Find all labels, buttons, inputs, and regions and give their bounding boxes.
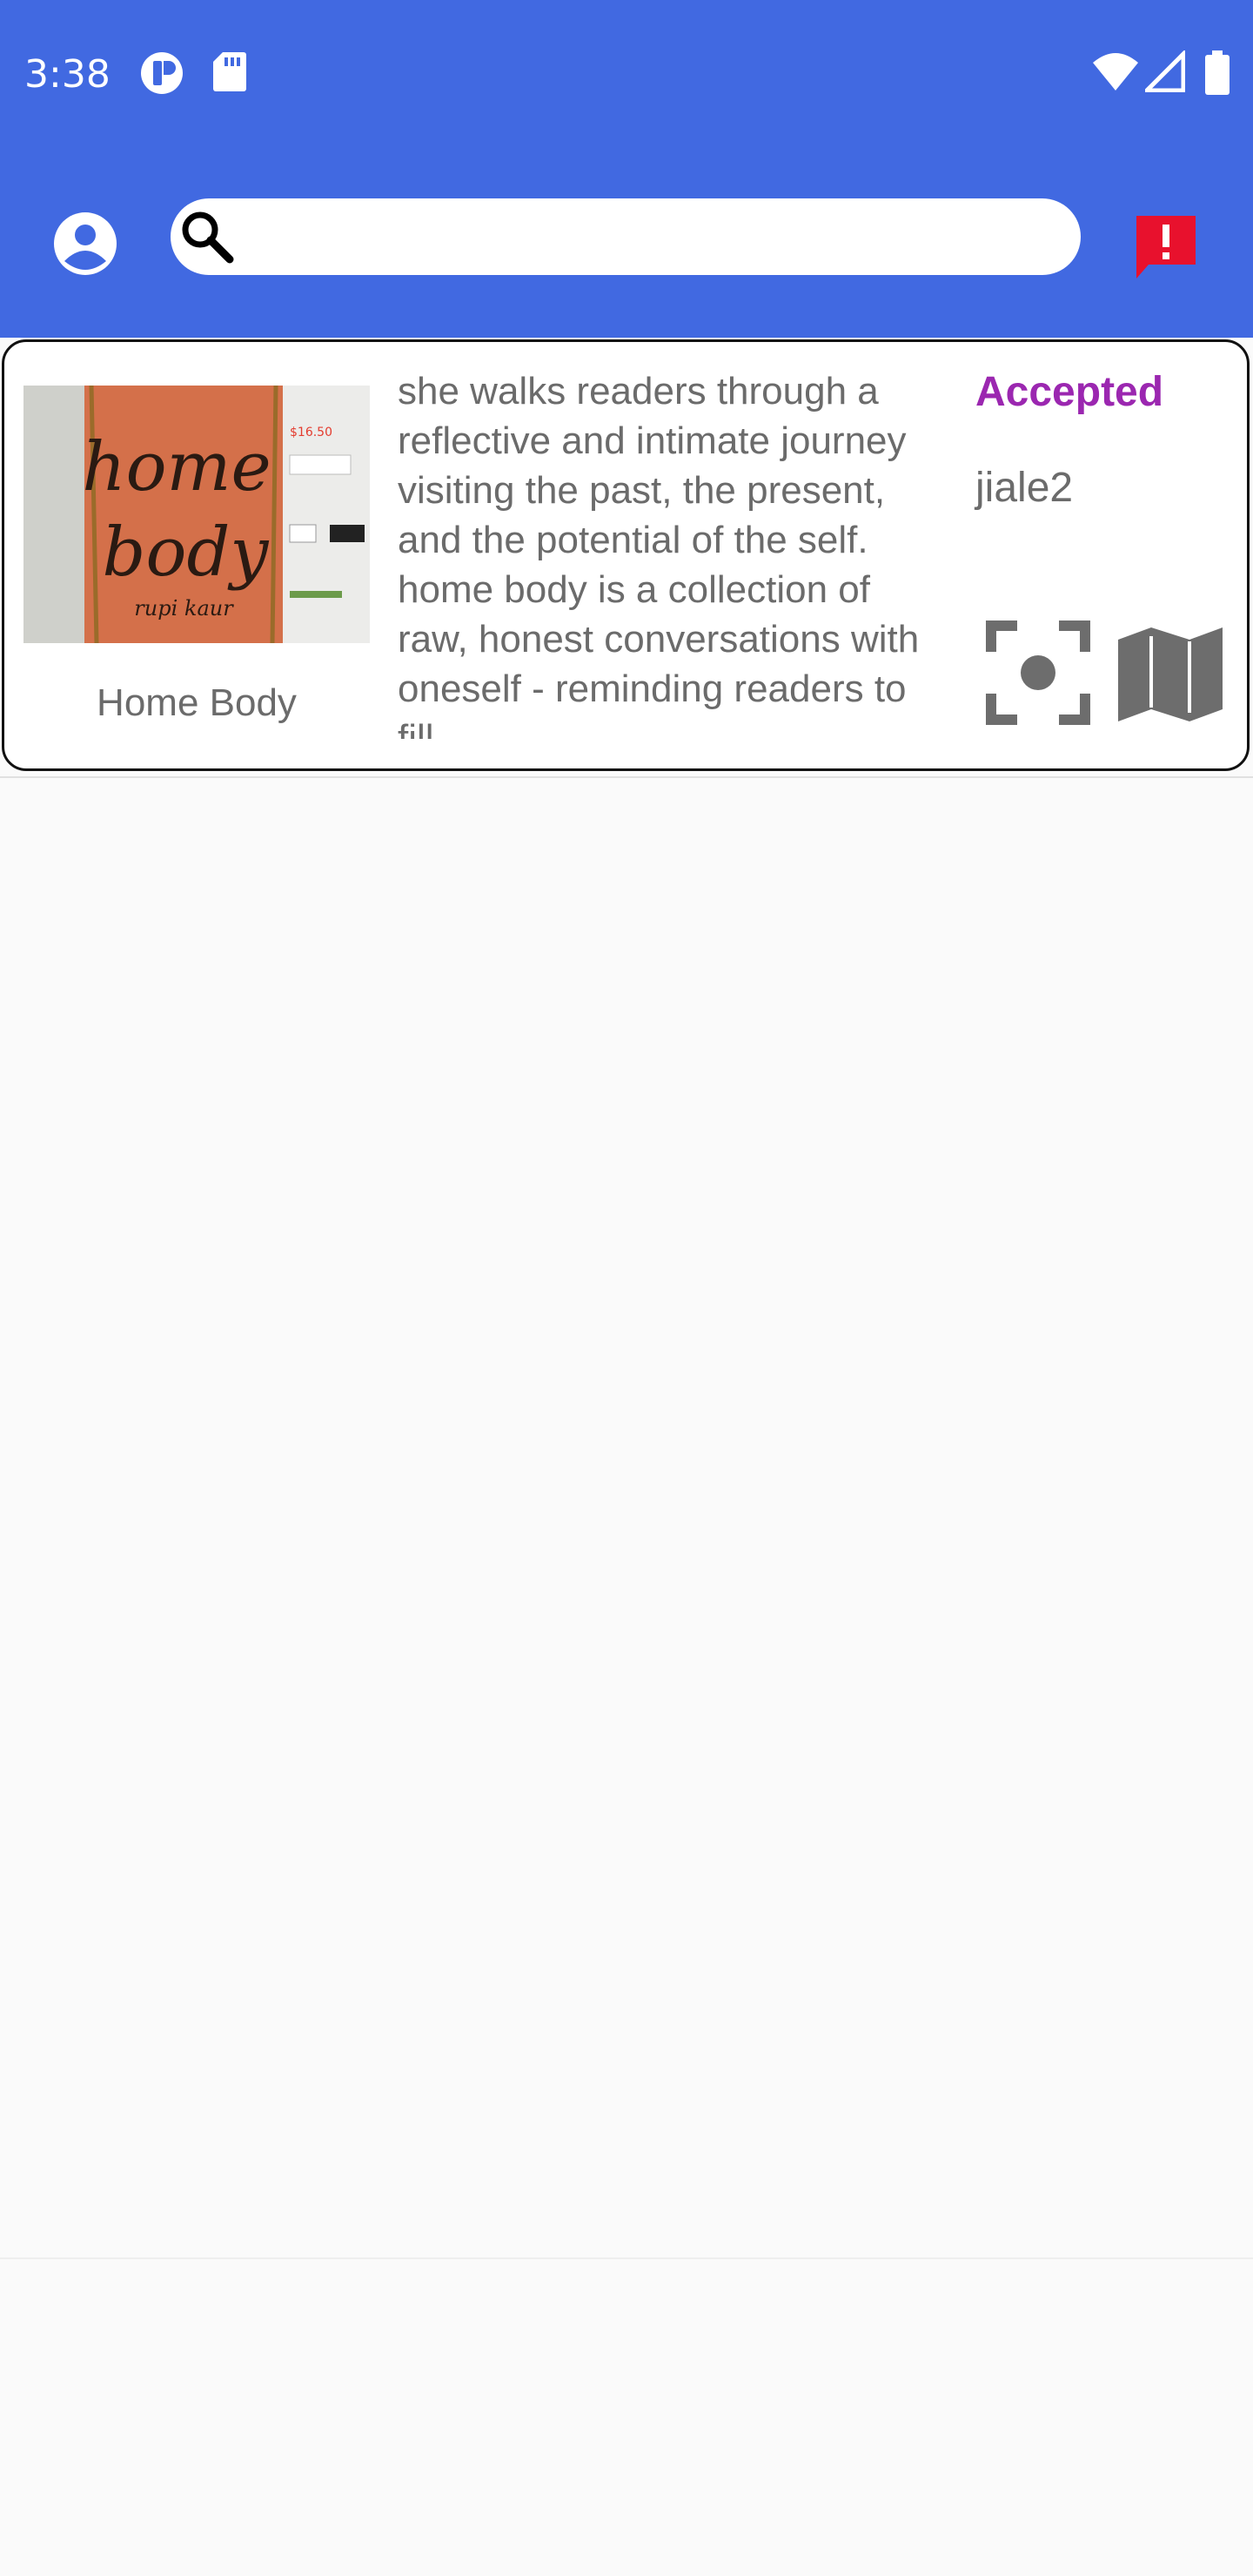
cover-title-line2: body	[103, 513, 270, 592]
book-title: Home Body	[97, 681, 297, 724]
status-bar: 3:38	[0, 0, 1253, 150]
book-icon	[148, 2304, 224, 2381]
search-bar[interactable]	[171, 198, 1081, 275]
battery-icon	[1205, 50, 1230, 95]
status-time: 3:38	[24, 52, 111, 97]
alert-icon[interactable]	[1131, 212, 1201, 282]
book-description: she walks readers through a reflective a…	[398, 370, 920, 739]
sd-card-icon	[213, 52, 246, 91]
app-bar	[0, 150, 1253, 338]
book-cover-image: home body rupi kaur $16.50	[23, 386, 370, 643]
account-circle-icon[interactable]	[50, 209, 120, 278]
scan-icon[interactable]	[986, 621, 1090, 725]
list-divider	[0, 776, 1253, 778]
search-icon	[182, 211, 234, 264]
request-status: Accepted	[975, 369, 1164, 415]
cover-author: rupi kaur	[134, 596, 234, 621]
bottom-navigation	[0, 2257, 1253, 2432]
search-input[interactable]	[254, 211, 1058, 265]
cover-price: $16.50	[290, 426, 332, 439]
app-badge-icon	[141, 52, 183, 94]
cover-title-line1: home	[82, 428, 271, 506]
owner-username: jiale2	[975, 465, 1074, 511]
wifi-icon	[1093, 53, 1138, 91]
nav-item-books[interactable]	[30, 2259, 343, 2432]
cell-signal-icon	[1145, 50, 1185, 92]
map-icon[interactable]	[1116, 621, 1224, 728]
request-card[interactable]: home body rupi kaur $16.50 Home Body she…	[2, 339, 1250, 771]
